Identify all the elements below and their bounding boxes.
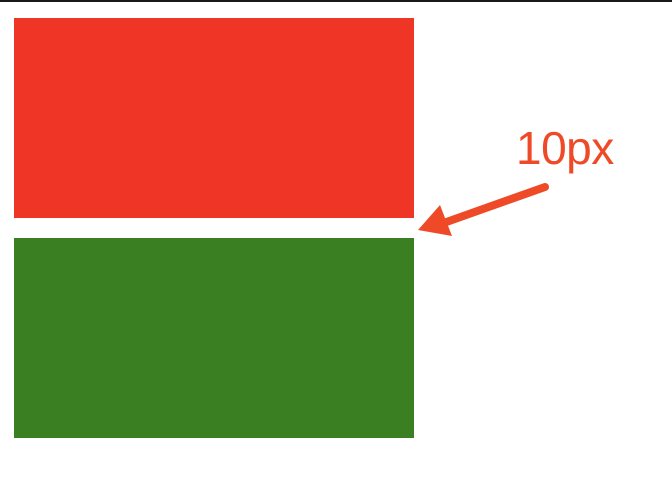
arrow-shaft xyxy=(434,183,549,229)
gap-annotation-label: 10px xyxy=(516,122,614,174)
arrow-head xyxy=(418,205,452,236)
red-block xyxy=(14,18,414,218)
green-block xyxy=(14,238,414,438)
top-border-line xyxy=(0,0,672,2)
